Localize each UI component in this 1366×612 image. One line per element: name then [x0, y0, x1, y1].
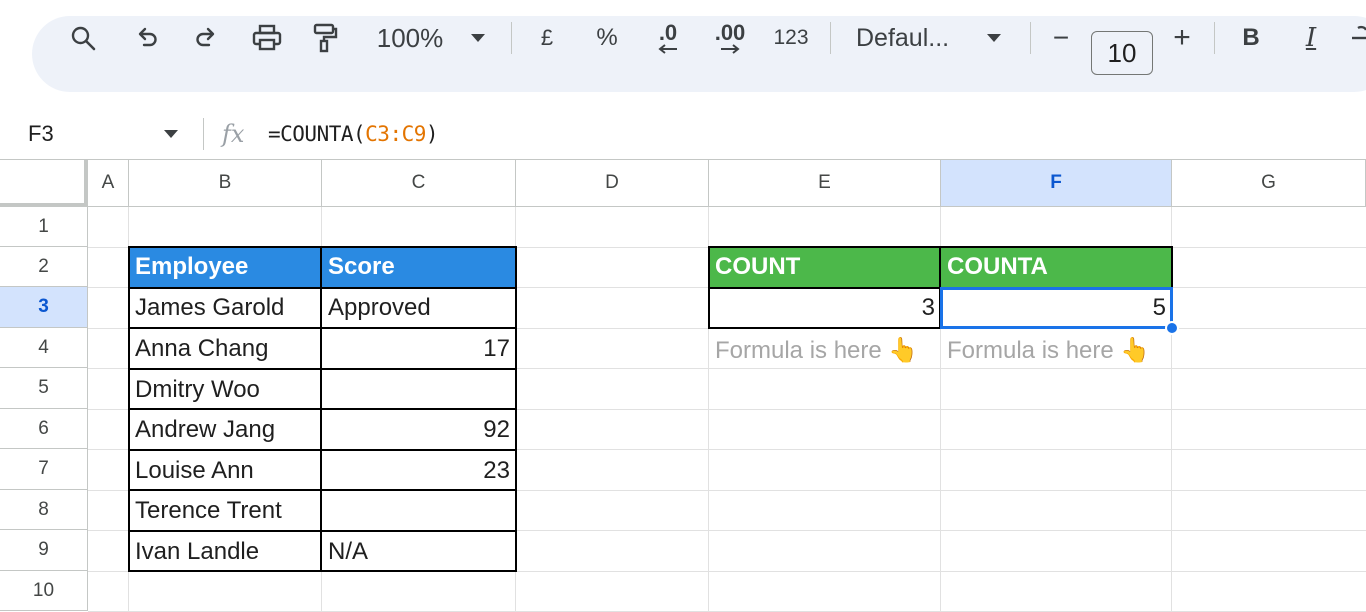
toolbar-divider [1214, 22, 1215, 54]
decrease-font-size-button[interactable]: − [1046, 0, 1076, 76]
cell-c3[interactable]: Approved [322, 288, 516, 328]
cell-b3[interactable]: James Garold [129, 288, 322, 328]
redo-icon[interactable] [191, 0, 221, 76]
table-border-line [128, 287, 517, 289]
column-header-f[interactable]: F [941, 160, 1172, 207]
table-border-line [128, 530, 517, 532]
table-border-line [128, 368, 517, 370]
column-header-b[interactable]: B [129, 160, 322, 207]
cell-b6[interactable]: Andrew Jang [129, 410, 322, 450]
cell-b9[interactable]: Ivan Landle [129, 532, 322, 572]
row-header-10[interactable]: 10 [0, 571, 88, 611]
formula-suffix: ) [425, 122, 439, 146]
table-border-line [128, 449, 517, 451]
cell-b7[interactable]: Louise Ann [129, 451, 322, 491]
formula-bar-divider [203, 118, 204, 150]
toolbar-divider [830, 22, 831, 54]
zoom-dropdown-icon[interactable] [466, 0, 490, 76]
cell-b2-employee-header[interactable]: Employee [129, 247, 322, 287]
column-header-a[interactable]: A [88, 160, 129, 207]
decrease-decimals-label: .0 [658, 20, 678, 45]
cell-c8[interactable] [322, 491, 516, 531]
zoom-select[interactable]: 100% [372, 0, 448, 76]
fx-icon: fx [222, 120, 245, 148]
paint-format-icon[interactable] [309, 0, 341, 76]
row-header-3[interactable]: 3 [0, 287, 88, 328]
number-format-button[interactable]: 123 [770, 0, 812, 76]
currency-button[interactable]: £ [534, 0, 560, 76]
font-size-input[interactable]: 10 [1091, 31, 1153, 75]
row-header-1[interactable]: 1 [0, 207, 88, 247]
table-border-line [128, 408, 517, 410]
row-header-4[interactable]: 4 [0, 328, 88, 368]
row-header-6[interactable]: 6 [0, 409, 88, 449]
row-header-8[interactable]: 8 [0, 490, 88, 530]
formula-input[interactable]: =COUNTA(C3:C9) [268, 110, 439, 158]
column-header-e[interactable]: E [709, 160, 941, 207]
formula-bar [0, 110, 1366, 158]
cell-c7[interactable]: 23 [322, 451, 516, 491]
column-header-c[interactable]: C [322, 160, 516, 207]
cell-b8[interactable]: Terence Trent [129, 491, 322, 531]
strikethrough-icon[interactable] [1350, 0, 1366, 76]
cell-b5[interactable]: Dmitry Woo [129, 370, 322, 410]
cell-f4-counta-note[interactable]: Formula is here 👆 [941, 330, 1172, 370]
cell-e3-count-value[interactable]: 3 [709, 288, 941, 328]
cell-c4[interactable]: 17 [322, 329, 516, 369]
table-border-line [128, 327, 517, 329]
fill-handle[interactable] [1165, 321, 1179, 335]
zoom-value: 100% [376, 22, 444, 53]
active-cell-selection [940, 287, 1173, 329]
increase-font-size-button[interactable]: + [1166, 0, 1198, 76]
column-header-d[interactable]: D [516, 160, 709, 207]
increase-decimals-button[interactable]: .00 [710, 0, 750, 76]
cell-e4-count-note[interactable]: Formula is here 👆 [709, 330, 941, 370]
print-icon[interactable] [249, 0, 285, 76]
name-box[interactable]: F3 [28, 110, 54, 158]
row-header-7[interactable]: 7 [0, 449, 88, 490]
name-box-dropdown-icon[interactable] [163, 126, 179, 144]
italic-button[interactable]: I [1296, 0, 1326, 76]
font-dropdown-icon[interactable] [982, 0, 1006, 76]
formula-prefix: =COUNTA( [268, 122, 366, 146]
decrease-decimals-button[interactable]: .0 [648, 0, 688, 76]
toolbar-divider [511, 22, 512, 54]
column-header-g[interactable]: G [1172, 160, 1366, 207]
row-header-2[interactable]: 2 [0, 247, 88, 287]
cell-c5[interactable] [322, 370, 516, 410]
formula-range-ref: C3:C9 [365, 122, 426, 146]
select-all-corner[interactable] [0, 160, 88, 207]
cell-c6[interactable]: 92 [322, 410, 516, 450]
toolbar-divider [1030, 22, 1031, 54]
cell-c9[interactable]: N/A [322, 532, 516, 572]
undo-icon[interactable] [132, 0, 162, 76]
cell-b4[interactable]: Anna Chang [129, 329, 322, 369]
increase-decimals-label: .00 [714, 20, 746, 45]
percent-button[interactable]: % [592, 0, 622, 76]
cell-c2-score-header[interactable]: Score [322, 247, 516, 287]
bold-button[interactable]: B [1236, 0, 1266, 76]
cell-f2-counta-header[interactable]: COUNTA [941, 247, 1172, 287]
cell-e2-count-header[interactable]: COUNT [709, 247, 941, 287]
arrow-left-icon [658, 44, 677, 54]
search-icon[interactable] [66, 0, 100, 76]
table-border-line [128, 489, 517, 491]
font-select[interactable]: Defaul... [856, 0, 966, 76]
row-header-5[interactable]: 5 [0, 368, 88, 409]
row-header-9[interactable]: 9 [0, 530, 88, 571]
arrow-right-icon [721, 44, 740, 54]
